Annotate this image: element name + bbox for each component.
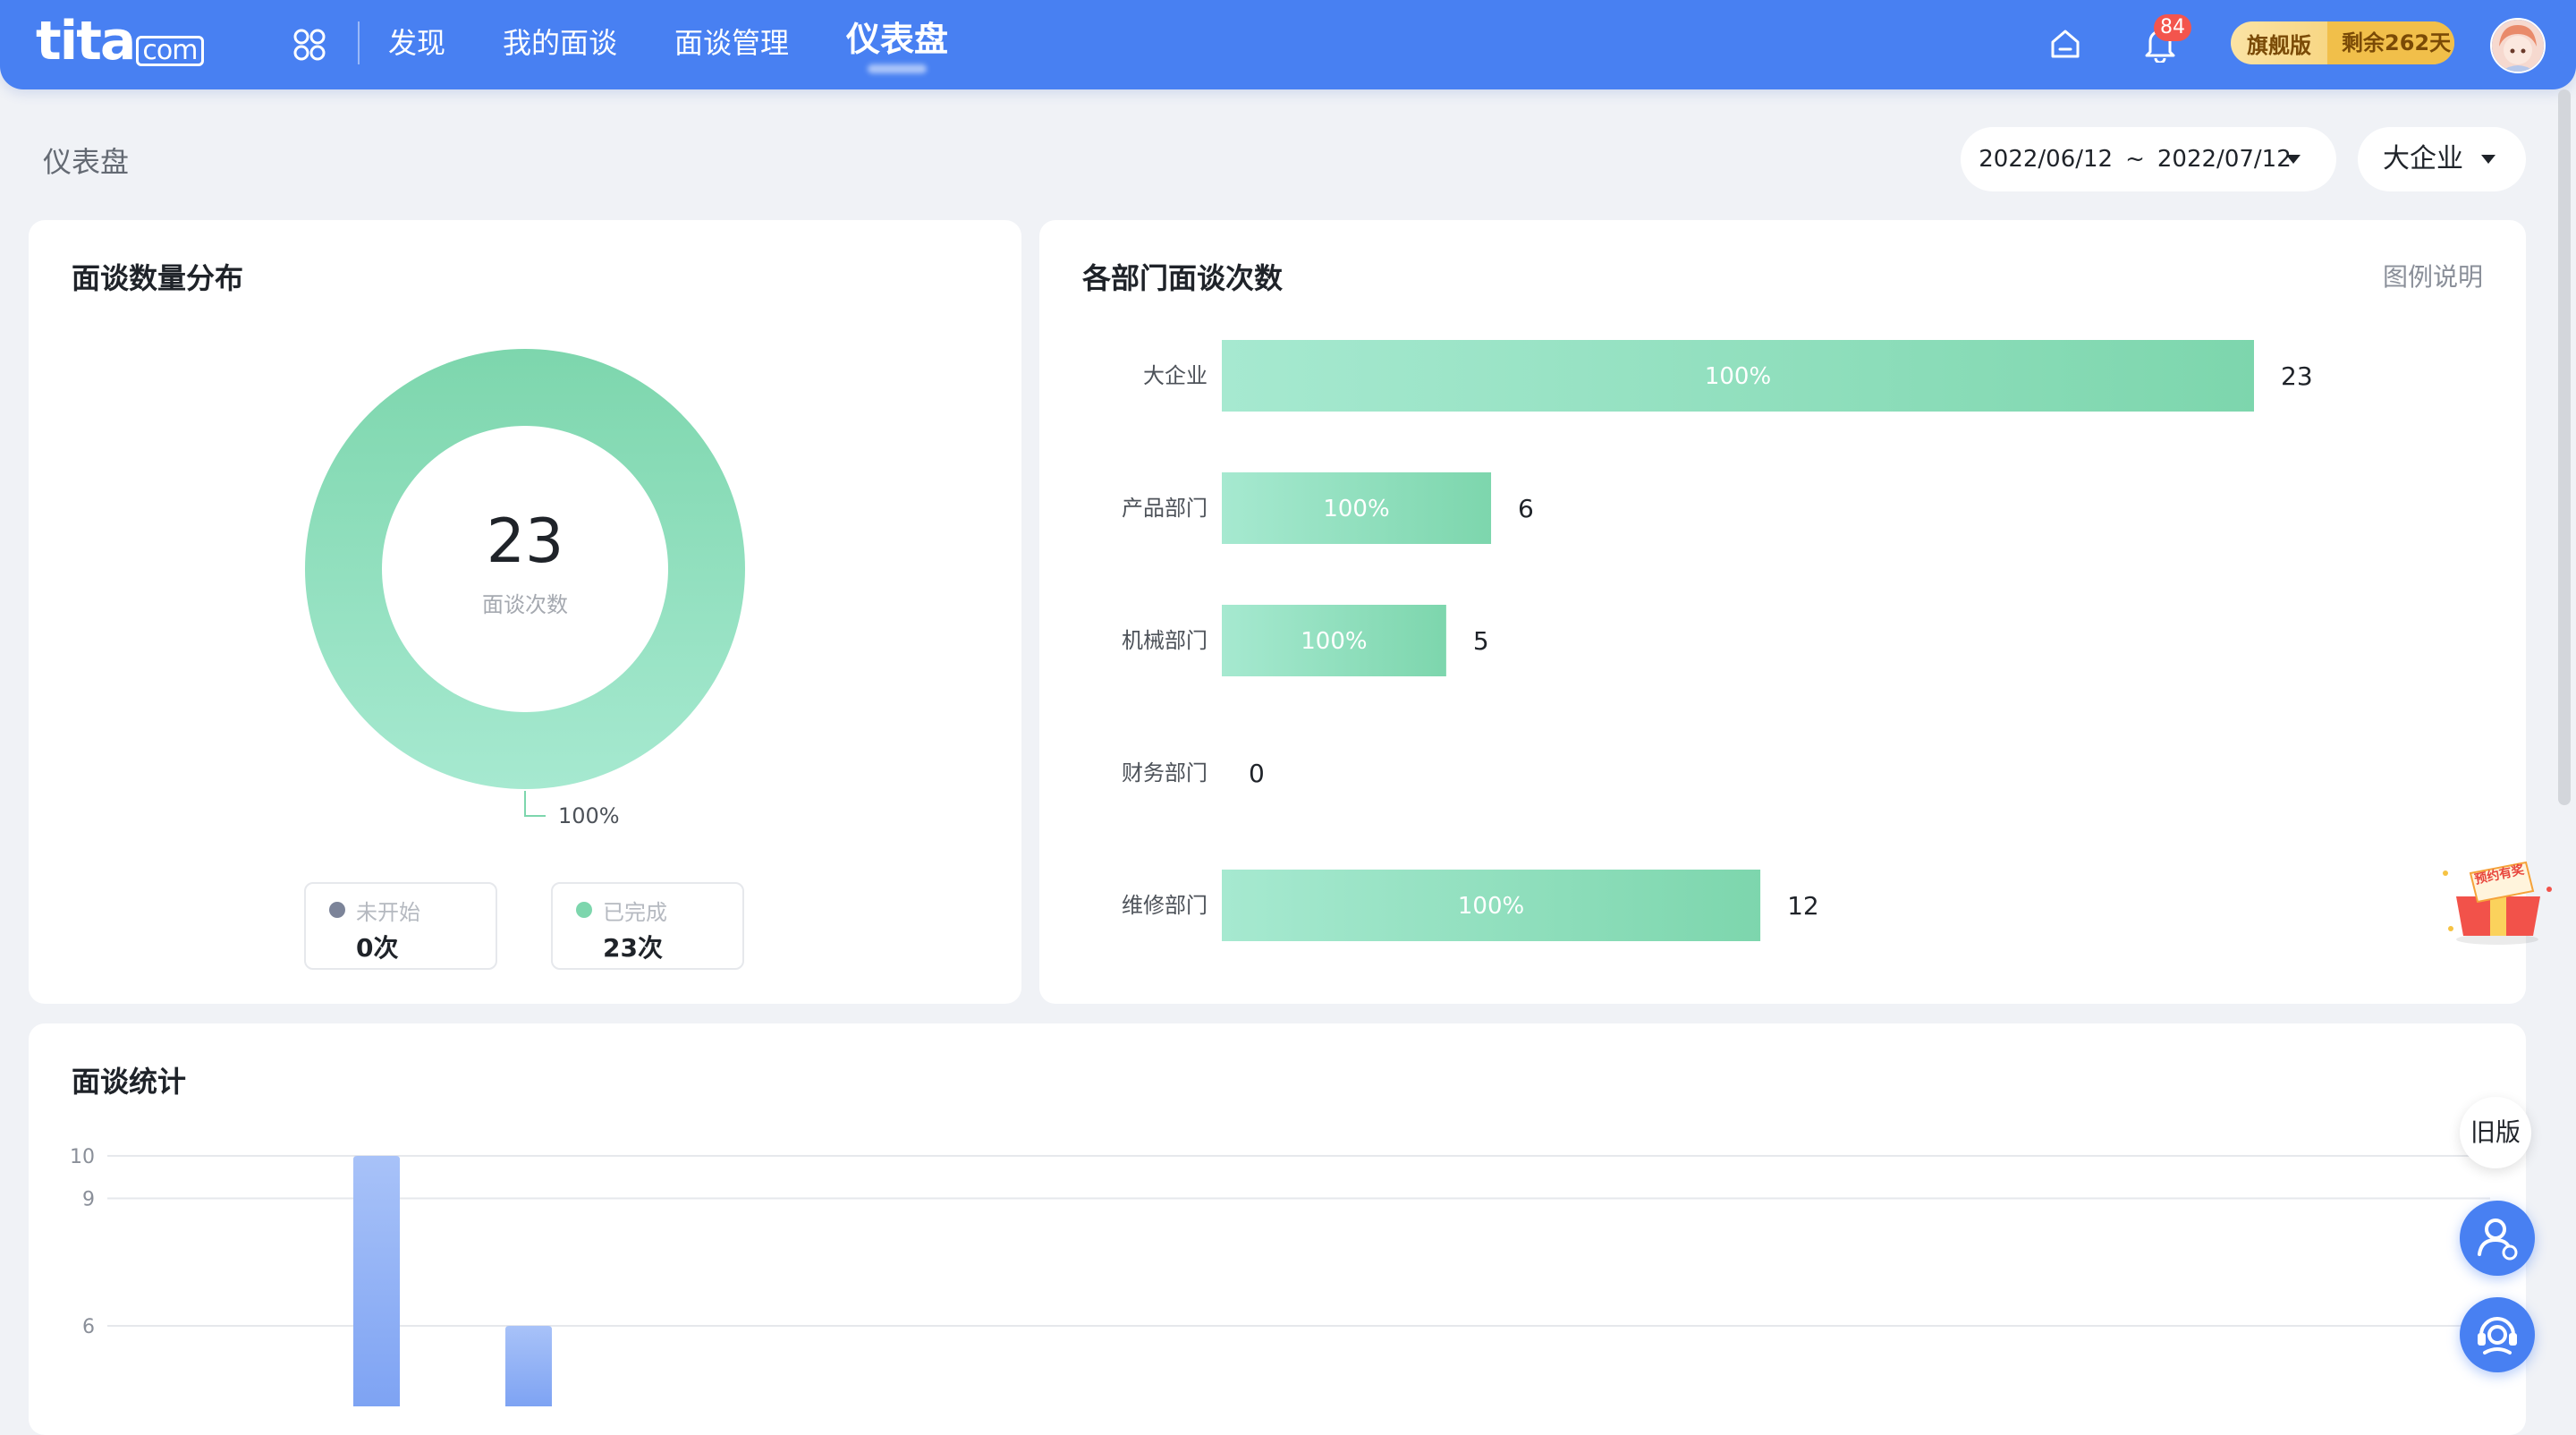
user-settings-button[interactable] — [2460, 1201, 2535, 1276]
plan-remaining: 剩余262天 — [2327, 21, 2454, 64]
bar-percent-label: 100% — [1705, 363, 1771, 390]
customer-service-button[interactable] — [2460, 1297, 2535, 1372]
stats-bar[interactable] — [505, 1326, 552, 1406]
headset-icon — [2478, 1317, 2517, 1354]
date-end: 2022/07/12 — [2157, 146, 2292, 173]
bar-percent-label: 100% — [1458, 893, 1524, 920]
apps-grid-icon[interactable] — [292, 27, 327, 63]
tita-logo[interactable]: tita com — [36, 13, 204, 70]
legend-completed[interactable]: 已完成 23次 — [551, 882, 744, 970]
stats-bar[interactable] — [353, 1156, 400, 1406]
page-title: 仪表盘 — [43, 145, 130, 179]
plan-name: 旗舰版 — [2247, 32, 2311, 58]
legend-label-not-started: 未开始 — [356, 900, 420, 925]
legend-dot-not-started — [329, 902, 345, 918]
nav-item-my-meetings[interactable]: 我的面谈 — [503, 23, 617, 63]
logo-text: tita — [36, 10, 136, 72]
date-dropdown-caret-icon — [2286, 155, 2301, 164]
gift-promo-icon[interactable]: 预约有奖 — [2436, 846, 2560, 947]
bar-value-label: 0 — [1249, 759, 1265, 788]
logo-suffix: com — [136, 36, 204, 66]
department-select[interactable]: 大企业 — [2358, 127, 2526, 191]
legend-label-completed: 已完成 — [603, 900, 667, 925]
date-range-picker[interactable]: 2022/06/12 ~ 2022/07/12 — [1961, 127, 2336, 191]
bar-category-label: 机械部门 — [1122, 628, 1208, 653]
department-bar-card: 各部门面谈次数 图例说明 大企业 100% 23 产品部门 100% 6 机械部门 100% 5… — [1039, 220, 2526, 1004]
page-scrollbar[interactable] — [2558, 89, 2571, 805]
nav-divider — [358, 21, 360, 64]
meeting-stats-card: 面谈统计 6 9 10 — [29, 1023, 2526, 1435]
meeting-stats-chart: 6 9 10 — [70, 1146, 2490, 1406]
bar-value-label: 6 — [1518, 494, 1534, 523]
legend-value-not-started: 0次 — [356, 933, 399, 963]
bar-value-label: 12 — [1787, 891, 1819, 921]
nav-item-discover[interactable]: 发现 — [388, 23, 445, 63]
bar-category-label: 大企业 — [1143, 363, 1208, 388]
home-icon[interactable] — [2048, 27, 2082, 61]
bar-category-label: 维修部门 — [1122, 893, 1208, 918]
top-nav-bar: tita com 发现 我的面谈 面谈管理 仪表盘 84 旗舰版 剩余262天 — [0, 0, 2576, 89]
bar-value-label: 23 — [2281, 361, 2313, 391]
bar-category-label: 产品部门 — [1122, 496, 1208, 521]
donut-leader-line — [524, 791, 546, 817]
y-tick-label: 6 — [82, 1316, 95, 1338]
bar-category-label: 财务部门 — [1122, 760, 1208, 785]
user-settings-icon — [2478, 1218, 2518, 1261]
distribution-card: 面谈数量分布 23 面谈次数 100% 未开始 0次 已完成 23次 — [29, 220, 1021, 1004]
user-avatar[interactable] — [2490, 18, 2546, 73]
notification-count-badge: 84 — [2154, 14, 2191, 41]
department-bar-chart: 大企业 100% 23 产品部门 100% 6 机械部门 100% 5 财务部门 0 维修部门 100%… — [1122, 340, 2313, 941]
department-selected-value: 大企业 — [2383, 143, 2463, 174]
legend-dot-completed — [576, 902, 592, 918]
plan-badge[interactable]: 旗舰版 剩余262天 — [2231, 21, 2454, 64]
nav-item-meeting-management[interactable]: 面谈管理 — [674, 23, 789, 63]
dept-dropdown-caret-icon — [2481, 155, 2496, 164]
bar-percent-label: 100% — [1301, 628, 1367, 655]
date-separator: ~ — [2125, 146, 2145, 173]
nav-item-dashboard[interactable]: 仪表盘 — [846, 20, 948, 59]
legend-not-started[interactable]: 未开始 0次 — [304, 882, 497, 970]
old-version-button[interactable]: 旧版 — [2460, 1097, 2531, 1168]
y-tick-label: 10 — [70, 1146, 95, 1168]
legend-value-completed: 23次 — [603, 933, 663, 963]
y-tick-label: 9 — [82, 1189, 95, 1211]
bar-value-label: 5 — [1473, 626, 1489, 656]
date-start: 2022/06/12 — [1979, 146, 2114, 173]
donut-center-label: 面谈次数 — [482, 592, 568, 617]
bar-percent-label: 100% — [1323, 496, 1389, 522]
donut-center-value: 23 — [486, 506, 564, 577]
donut-slice-label: 100% — [558, 803, 620, 828]
